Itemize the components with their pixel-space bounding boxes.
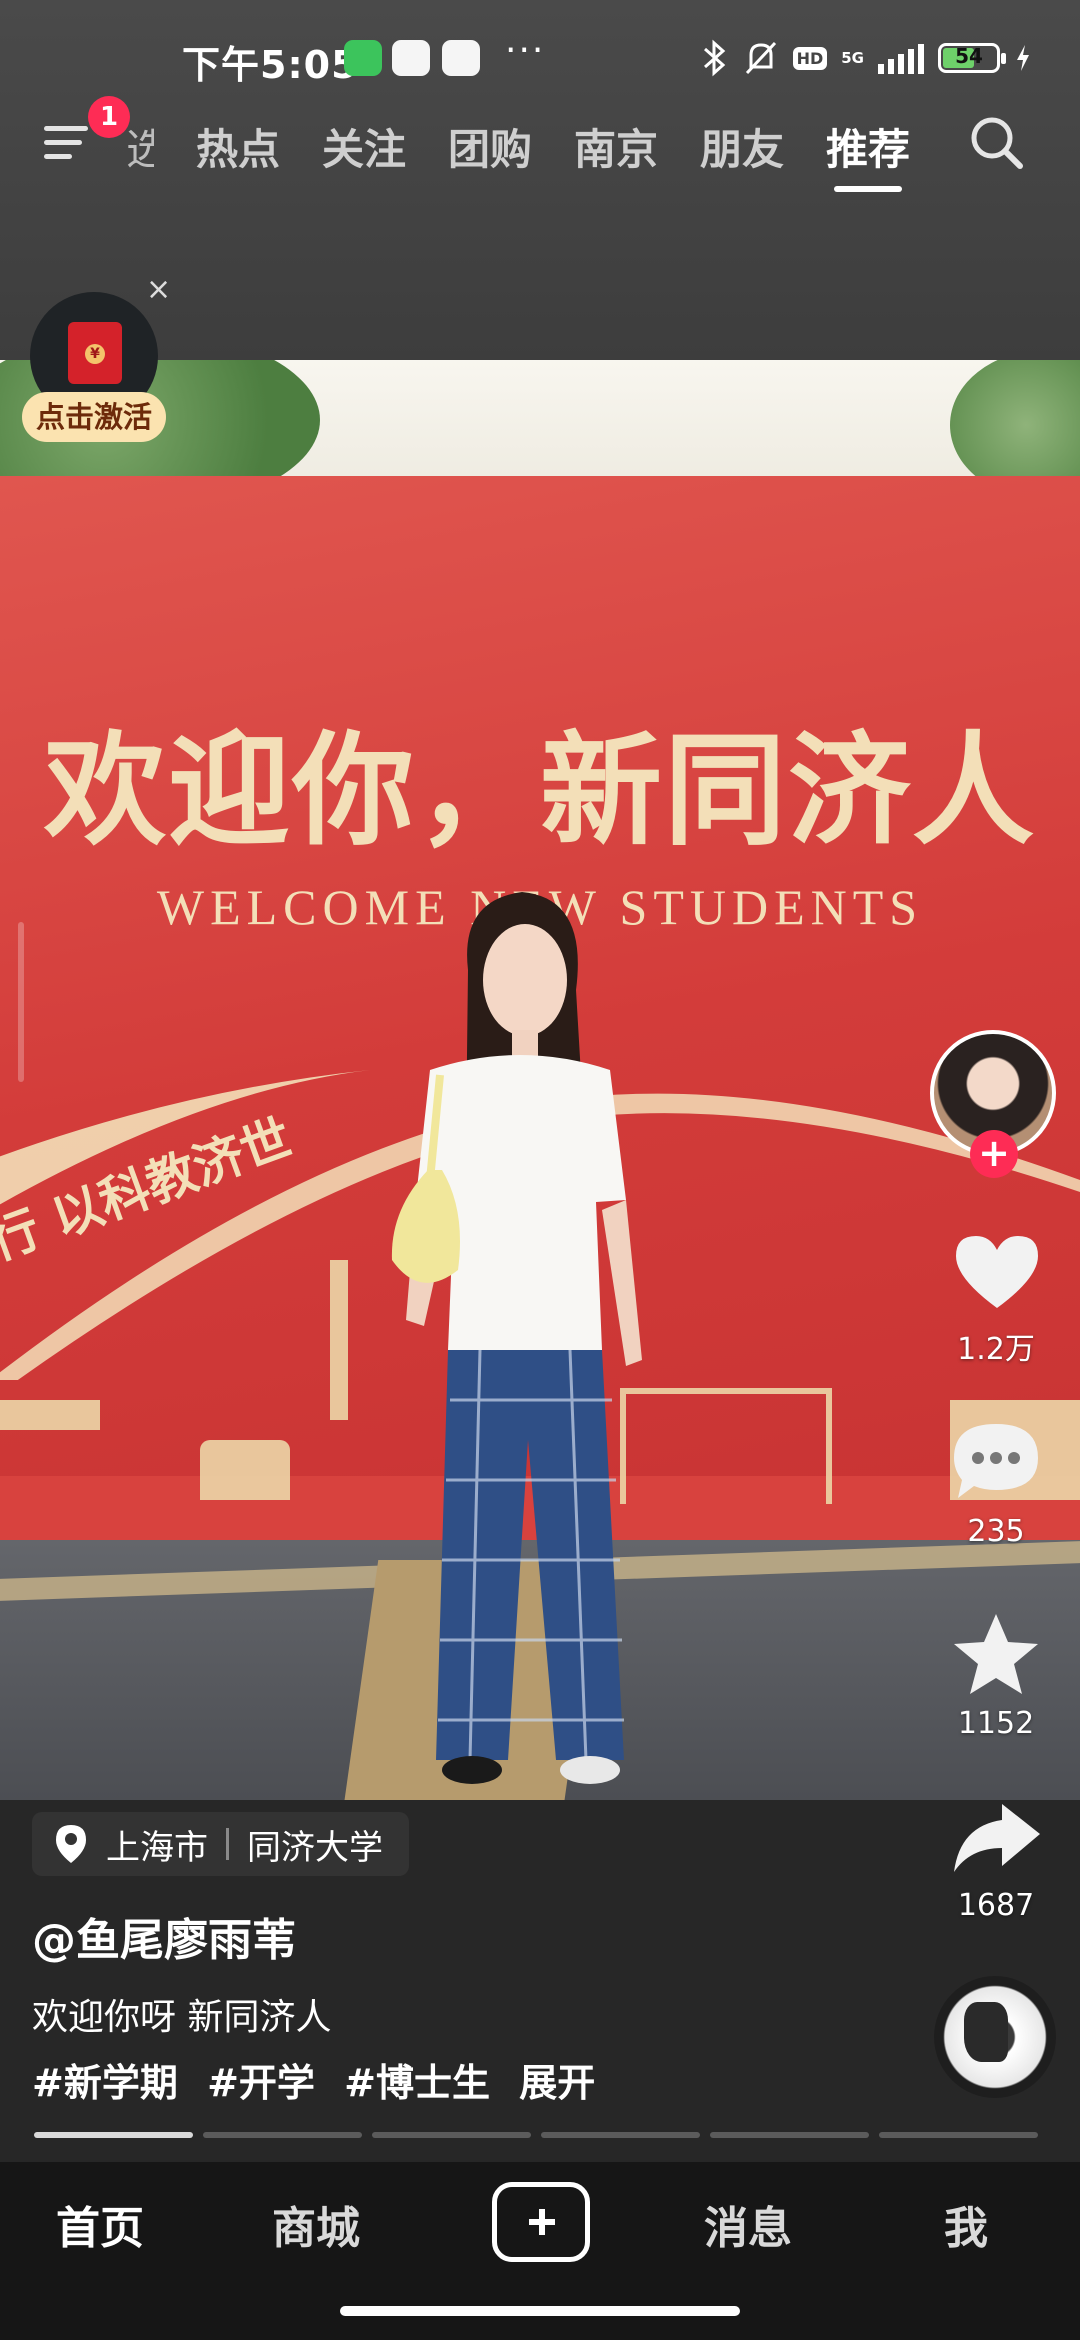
heart-icon[interactable] (952, 1232, 1042, 1312)
follow-plus-icon[interactable]: + (970, 1130, 1018, 1178)
home-indicator[interactable] (340, 2306, 740, 2316)
mute-bell-icon (745, 41, 776, 75)
wechat-cat-icon (344, 40, 382, 76)
location-city: 上海市 (106, 1827, 208, 1868)
video-player[interactable]: 欢迎你，新同济人 WELCOME NEW STUDENTS 行 以科教济世 (0, 360, 1080, 1800)
search-icon[interactable] (966, 112, 1026, 172)
hashtags: #新学期 #开学 #博士生 展开 (32, 2052, 611, 2107)
tab-partial[interactable]: 选 (126, 116, 154, 177)
video-description: 欢迎你呀 新同济人 (32, 1997, 332, 2038)
active-tab-indicator (834, 186, 902, 192)
network-type: 5G (841, 48, 864, 67)
banner-title: 欢迎你，新同济人 (44, 718, 1036, 862)
location-place: 同济大学 (247, 1827, 383, 1868)
scroll-hint (18, 922, 24, 1082)
58-app-icon (392, 40, 430, 76)
tab-friends[interactable]: 朋友 (700, 116, 784, 177)
hd-badge: HD (792, 46, 828, 70)
comment-icon[interactable] (950, 1418, 1042, 1502)
building-tower (330, 1260, 348, 1420)
tab-group-buy[interactable]: 团购 (448, 116, 532, 177)
tab-messages[interactable]: 消息 (704, 2192, 792, 2256)
location-pin-icon (56, 1825, 86, 1863)
building-stone (200, 1440, 290, 1500)
battery-icon: 54 (938, 43, 1006, 73)
status-bar: 下午5:05 ··· HD 5G 54 (0, 0, 1080, 110)
progress-segment (372, 2132, 531, 2138)
hashtag[interactable]: #博士生 (344, 2061, 490, 2105)
battery-level: 54 (955, 44, 983, 68)
tab-following[interactable]: 关注 (322, 116, 406, 177)
more-notifications-icon: ··· (505, 30, 546, 71)
charging-icon (1017, 45, 1029, 71)
author-name[interactable]: @鱼尾廖雨苇 (32, 1904, 296, 1968)
share-count: 1687 (957, 1888, 1035, 1923)
building-left (0, 1400, 100, 1430)
like-count: 1.2万 (957, 1332, 1035, 1367)
comment-count: 235 (967, 1514, 1025, 1549)
create-post-button[interactable] (492, 2182, 590, 2262)
star-icon[interactable] (950, 1610, 1042, 1698)
tab-nanjing[interactable]: 南京 (574, 116, 658, 177)
signal-icon (878, 42, 924, 74)
red-packet-activate-label[interactable]: 点击激活 (22, 392, 166, 442)
tab-mall[interactable]: 商城 (272, 2192, 360, 2256)
share-icon[interactable] (950, 1800, 1044, 1876)
progress-segment (710, 2132, 869, 2138)
tab-home[interactable]: 首页 (56, 2192, 144, 2256)
tab-hot[interactable]: 热点 (196, 116, 280, 177)
location-tag[interactable]: 上海市 同济大学 (32, 1812, 409, 1876)
progress-segment (879, 2132, 1038, 2138)
close-icon[interactable]: × (146, 272, 171, 307)
music-disc[interactable] (934, 1976, 1056, 2098)
video-person (391, 892, 642, 1784)
status-right: HD 5G 54 (701, 36, 1032, 80)
favorite-count: 1152 (957, 1706, 1035, 1741)
hashtag[interactable]: #新学期 (32, 2061, 178, 2105)
location-divider (226, 1828, 229, 1860)
progress-segment (541, 2132, 700, 2138)
menu-icon[interactable] (44, 120, 92, 166)
red-envelope-icon: ¥ (68, 322, 122, 384)
baidu-netdisk-icon (442, 40, 480, 76)
progress-segment (203, 2132, 362, 2138)
playback-progress (34, 2132, 1038, 2138)
bluetooth-icon (703, 39, 725, 77)
tab-recommend[interactable]: 推荐 (826, 116, 910, 177)
hashtag[interactable]: #开学 (207, 2061, 315, 2105)
expand-button[interactable]: 展开 (519, 2061, 595, 2105)
tab-me[interactable]: 我 (944, 2192, 988, 2256)
menu-badge: 1 (88, 96, 130, 138)
status-time: 下午5:05 (182, 43, 359, 87)
progress-segment (34, 2132, 193, 2138)
